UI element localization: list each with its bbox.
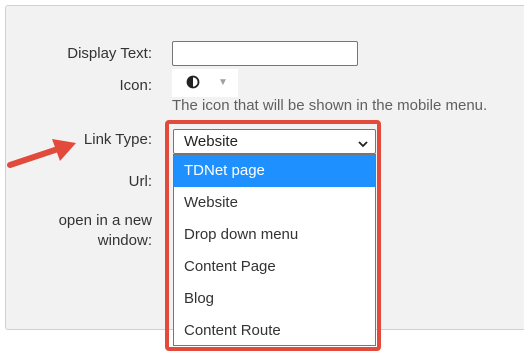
- new-window-label-line1: open in a new: [58, 212, 152, 229]
- half-circle-icon: [186, 75, 200, 93]
- icon-label: Icon:: [119, 77, 152, 94]
- new-window-label: open in a new window:: [32, 211, 152, 251]
- icon-picker[interactable]: ▼: [172, 69, 238, 97]
- display-text-input[interactable]: [172, 41, 358, 66]
- display-text-label: Display Text:: [67, 45, 152, 62]
- icon-help-text: The icon that will be shown in the mobil…: [172, 97, 488, 114]
- url-label: Url:: [128, 173, 152, 190]
- new-window-label-line2: window:: [97, 232, 152, 249]
- caret-down-icon: ▼: [218, 77, 228, 88]
- annotation-highlight-box: [165, 120, 381, 351]
- arrow-right-icon: [6, 135, 80, 175]
- link-type-label: Link Type:: [83, 131, 152, 148]
